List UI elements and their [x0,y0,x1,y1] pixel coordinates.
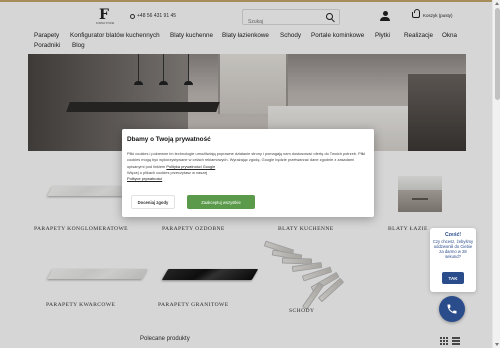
callback-title: Cześć! [444,232,462,238]
cookie-text: Pliki cookies i pokrewne im technologie … [127,151,367,182]
cookie-text-main: Pliki cookies i pokrewne im technologie … [127,151,366,169]
accept-all-button[interactable]: Zaakceptuj wszystkie [187,195,255,209]
list-view-icon[interactable] [452,337,460,345]
search-icon[interactable] [326,13,333,20]
main-nav: Parapety Konfigurator blatów kuchennych … [0,30,490,52]
reject-consent-button[interactable]: Doceniaj zgody [131,195,175,209]
phone-link[interactable]: +48 56 431 91 45 [130,13,176,19]
scroll-down-arrow-icon[interactable] [494,343,499,346]
scroll-thumb[interactable] [494,8,500,100]
phone-number: +48 56 431 91 45 [137,13,177,19]
phone-handset-icon [447,304,457,314]
shopping-bag-icon [412,9,420,18]
cookie-text-more: Więcej o plikach cookies przeczytasz w n… [127,169,208,175]
search-box [242,9,340,29]
callback-yes-button[interactable]: TAK [442,272,464,284]
category-label-blaty-lazienkowe[interactable]: Blaty łazie [388,226,428,232]
cart-label: Koszyk (pusty) [423,12,453,18]
google-privacy-link[interactable]: Polityka prywatności Google [166,164,215,169]
logo-mark: F [99,7,109,23]
logo-subtitle: FORMA STONE [96,22,115,25]
nav-item-portale[interactable]: Portale kominkowe [311,32,364,39]
user-account-icon[interactable] [380,11,390,21]
header: F FORMA STONE +48 56 431 91 45 Koszyk (p… [0,2,490,30]
category-label-ozdobne[interactable]: Parapety ozdobne [162,226,225,232]
phone-icon [130,13,135,19]
nav-item-blaty-lazienkowe[interactable]: Blaty łazienkowe [222,32,269,39]
nav-item-poradniki[interactable]: Poradniki [34,42,60,49]
nav-item-okna[interactable]: Okna [442,32,457,39]
category-label-granitowe[interactable]: Parapety granitowe [158,302,229,308]
nav-item-schody[interactable]: Schody [280,32,301,39]
scroll-up-arrow-icon[interactable] [494,2,499,5]
recommended-products-title: Polecane produkty [140,336,190,342]
grid-view-icon[interactable] [440,337,448,345]
cookie-title: Dbamy o Twoją prywatność [127,136,211,143]
page-scrollbar[interactable] [492,0,500,348]
call-button[interactable] [439,296,465,322]
callback-text: Czy chcesz, żebyśmy oddzwonili do Ciebie… [432,239,474,260]
callback-widget: Cześć! Czy chcesz, żebyśmy oddzwonili do… [430,228,476,292]
cart-link[interactable]: Koszyk (pusty) [412,9,453,18]
nav-item-blog[interactable]: Blog [72,42,85,49]
category-image-kwarcowe[interactable] [40,255,150,297]
search-input[interactable] [243,15,313,29]
logo[interactable]: F FORMA STONE [96,7,116,26]
nav-item-blaty-kuchenne[interactable]: Blaty kuchenne [170,32,213,39]
category-label-blaty-kuchenne[interactable]: Blaty kuchenne [278,226,334,232]
category-label-konglomerat[interactable]: Parapety konglomeratowe [34,226,128,232]
category-image-blaty-lazienkowe[interactable] [376,170,446,224]
category-label-schody[interactable]: Schody [289,308,314,314]
view-toggle [440,337,460,345]
nav-item-parapety[interactable]: Parapety [34,32,59,39]
nav-item-realizacje[interactable]: Realizacje [404,32,433,39]
category-image-schody[interactable] [262,240,352,311]
privacy-policy-link[interactable]: Polityce prywatności [127,176,162,181]
nav-item-plytki[interactable]: Płytki [375,32,390,39]
nav-item-konfigurator[interactable]: Konfigurator blatów kuchennych [70,32,160,39]
category-label-kwarcowe[interactable]: Parapety kwarcowe [46,302,115,308]
category-image-granitowe[interactable] [150,255,260,297]
